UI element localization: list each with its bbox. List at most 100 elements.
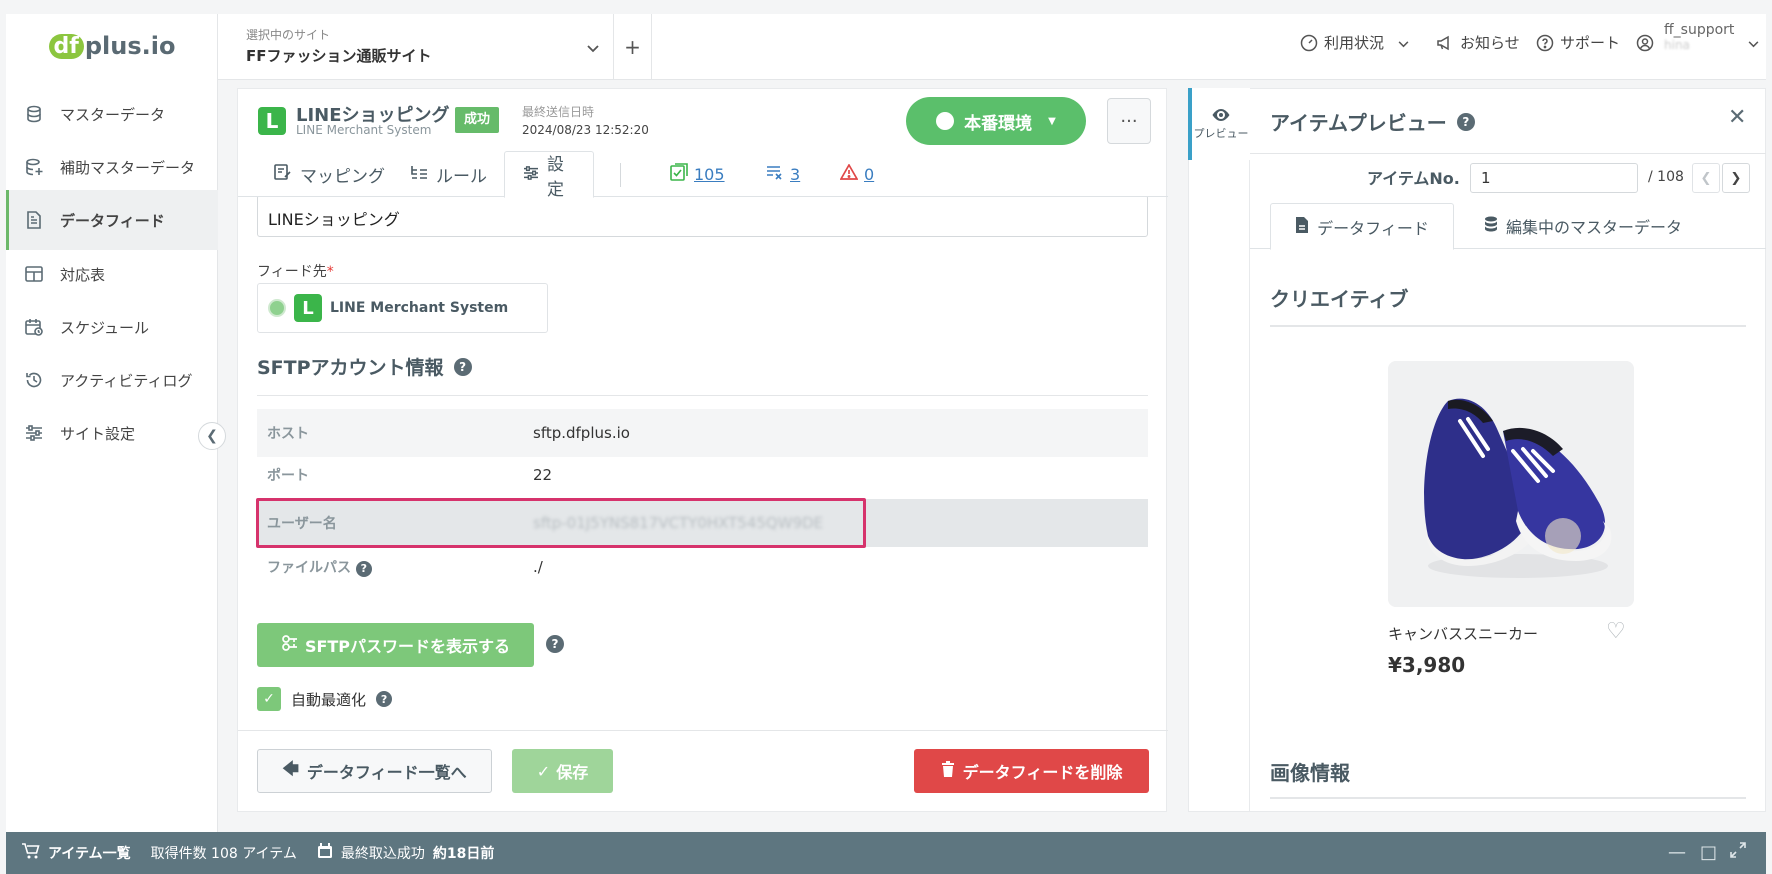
usage-menu[interactable]: 利用状況 [1300,32,1409,53]
save-button[interactable]: ✓ 保存 [512,749,613,793]
toggle-dot-icon [936,112,955,130]
preview-toggle-button[interactable]: プレビュー [1188,88,1250,160]
previous-item-button[interactable]: ❮ [1692,163,1720,193]
environment-toggle-button[interactable]: 本番環境 ▼ [906,97,1086,145]
save-label: 保存 [556,763,589,782]
auto-optimize-label: 自動最適化 [291,690,367,709]
feed-name-input[interactable]: LINEショッピング [257,197,1148,237]
sidebar-item-label: 補助マスターデータ [60,158,196,177]
more-options-button[interactable]: ··· [1107,98,1151,144]
eye-icon [1211,108,1231,125]
fullscreen-icon[interactable] [1730,842,1746,863]
preview-title: アイテムプレビュー? [1270,107,1475,136]
line-logo: L [258,107,286,135]
chevron-down-icon [1748,34,1759,52]
add-site-button[interactable]: + [614,14,652,80]
collapse-sidebar-button[interactable]: ❮ [198,422,226,450]
sidebar-item-label: アクティビティログ [60,371,193,390]
sidebar-item-activity-log[interactable]: アクティビティログ [6,350,218,410]
last-import-value: 約18日前 [432,846,495,862]
history-icon [24,370,44,390]
tab-label: 編集中のマスターデータ [1506,218,1683,237]
row-key: ファイルパス [267,560,351,576]
chevron-down-icon [1398,34,1409,52]
destination-label-text: フィード先 [257,264,327,280]
row-value[interactable]: ./ [533,558,543,576]
sidebar-item-data-feed[interactable]: データフィード [6,190,218,250]
valid-items-count-link[interactable]: 105 [670,151,725,197]
tabs-divider [620,163,621,187]
usage-label: 利用状況 [1324,34,1385,52]
item-list-toggle[interactable]: アイテム一覧 [22,843,131,863]
trash-icon [941,761,955,781]
help-icon[interactable]: ? [546,635,564,653]
help-icon[interactable]: ? [1456,112,1475,131]
row-value[interactable]: 22 [533,466,552,484]
destination-select[interactable]: L LINE Merchant System [257,283,548,333]
sidebar-item-sub-master-data[interactable]: 補助マスターデータ [6,137,218,197]
feed-subtitle: LINE Merchant System [296,123,432,137]
destination-value: LINE Merchant System [330,300,509,316]
sidebar-item-site-settings[interactable]: サイト設定 [6,403,218,463]
tab-preview-master-data[interactable]: 編集中のマスターデータ [1464,203,1702,249]
close-preview-button[interactable]: ✕ [1728,105,1746,130]
tab-rule[interactable]: ルール [390,151,507,197]
document-icon [1295,216,1309,237]
gauge-icon [1300,34,1318,52]
help-icon[interactable]: ? [453,357,472,376]
show-sftp-password-button[interactable]: SFTPパスワードを表示する [257,623,534,667]
divider [1270,325,1746,327]
excluded-items-count-link[interactable]: 3 [766,151,800,197]
help-circle-icon [1536,34,1554,52]
auto-optimize-checkbox[interactable]: ✓ 自動最適化 ? [257,687,393,711]
app-logo[interactable]: df plus.io [6,26,218,66]
required-mark: * [326,264,334,280]
delete-feed-button[interactable]: データフィードを削除 [914,749,1149,793]
environment-label: 本番環境 [964,113,1033,134]
item-total: / 108 [1648,169,1684,185]
minimize-icon[interactable]: — [1668,842,1686,863]
help-icon[interactable]: ? [376,691,393,707]
sidebar-item-label: 対応表 [60,265,106,284]
warning-count: 0 [864,164,875,184]
preview-tabs: データフィード 編集中のマスターデータ [1250,203,1766,250]
product-image [1388,361,1634,607]
warning-count-link[interactable]: 0 [839,151,875,197]
check-list-icon [670,163,688,185]
user-menu[interactable]: ff_support hina [1636,22,1759,52]
plus-icon: + [624,35,641,59]
tab-preview-data-feed[interactable]: データフィード [1270,203,1454,250]
logo-df: df [48,33,84,59]
row-key-wrap: ファイルパス ? [257,557,533,577]
form-footer: 🡄 データフィード一覧へ ✓ 保存 データフィードを削除 [238,730,1168,812]
back-to-feed-list-button[interactable]: 🡄 データフィード一覧へ [257,749,492,793]
news-link[interactable]: お知らせ [1436,32,1520,53]
site-selector-label: 選択中のサイト [246,28,331,42]
divider [1250,153,1766,154]
tab-settings[interactable]: 設定 [504,151,594,200]
chevron-down-icon [587,38,599,57]
tab-label: マッピング [300,166,385,187]
edit-list-icon [274,163,292,185]
help-icon[interactable]: ? [355,560,372,577]
product-price: ¥3,980 [1388,653,1466,677]
sidebar-item-mapping-table[interactable]: 対応表 [6,244,218,304]
item-number-input[interactable]: 1 [1470,163,1638,193]
favorite-heart-icon[interactable]: ♡ [1606,619,1626,644]
sidebar-item-schedule[interactable]: スケジュール [6,297,218,357]
row-value[interactable]: sftp.dfplus.io [533,424,630,442]
tab-mapping[interactable]: マッピング [254,151,405,197]
feed-tabs: マッピング ルール 設定 105 3 0 [238,151,1168,200]
next-item-button[interactable]: ❯ [1722,163,1750,193]
last-sent-value: 2024/08/23 12:52:20 [522,123,649,137]
maximize-icon[interactable]: □ [1700,842,1717,863]
support-link[interactable]: サポート [1536,32,1620,53]
list-tree-icon [410,164,428,185]
sidebar-item-master-data[interactable]: マスターデータ [6,84,218,144]
item-preview-panel: アイテムプレビュー? ✕ アイテムNo. 1 / 108 ❮ ❯ データフィード… [1250,88,1766,812]
chevron-left-icon: ❮ [1700,170,1712,186]
site-selector[interactable]: 選択中のサイト FFファッション通販サイト [218,14,614,80]
row-key: ポート [267,468,309,484]
item-count-text: 取得件数 108 アイテム [150,846,297,862]
support-label: サポート [1560,34,1621,52]
